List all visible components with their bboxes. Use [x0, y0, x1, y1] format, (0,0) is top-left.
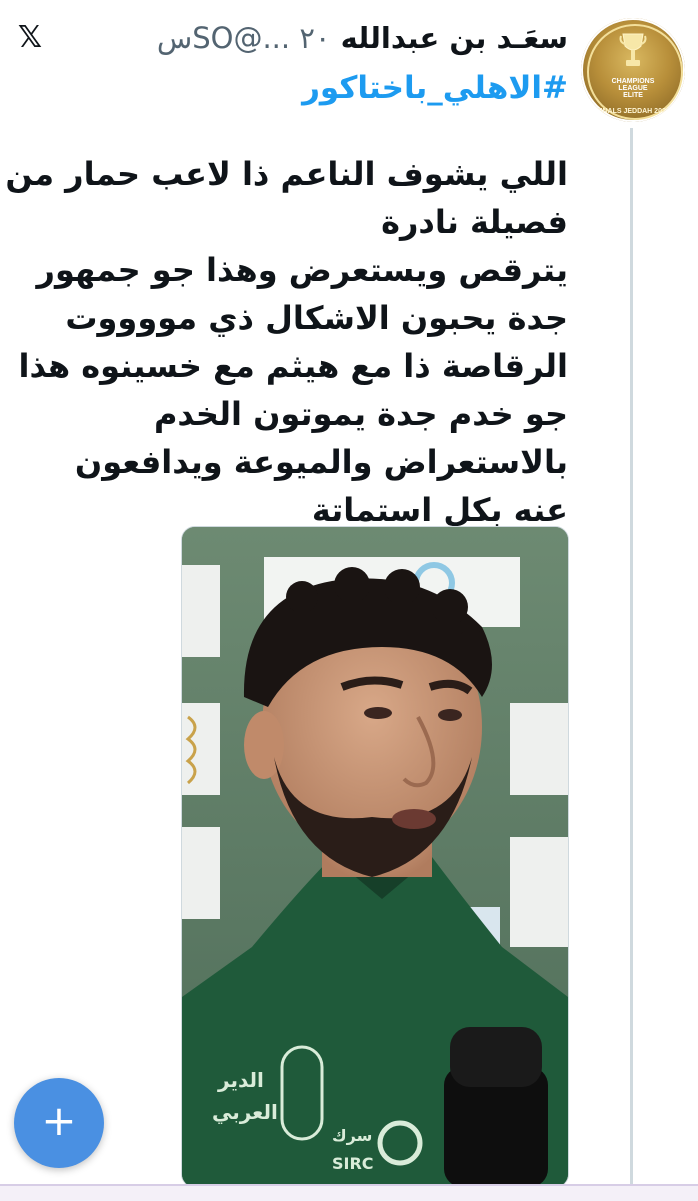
tweet-header: سعَـد بن عبدالله SO@... ۲۰س	[157, 18, 568, 58]
bottom-bar	[0, 1184, 698, 1201]
avatar[interactable]: CHAMPIONS LEAGUE ELITE FINALS JEDDAH 202…	[581, 18, 685, 122]
trophy-icon	[619, 33, 647, 66]
author-name[interactable]: سعَـد بن عبدالله	[341, 21, 568, 55]
tweet-text-line: بالاستعراض والميوعة ويدافعون	[74, 443, 568, 481]
compose-button[interactable]: +	[14, 1078, 104, 1168]
x-logo-icon[interactable]: 𝕏	[14, 22, 46, 54]
thread-line	[630, 128, 633, 1188]
tweet-text: اللي يشوف الناعم ذا لاعب حمار من فصيلة ن…	[5, 150, 568, 534]
shirt-text-2: العربي	[212, 1100, 278, 1125]
tweet-text-line: الرقاصة ذا مع هيثم مع خسينوه هذا	[18, 347, 568, 385]
tweet-media-image[interactable]: سرك الدير العربي سرك SIR	[181, 526, 569, 1188]
shirt-text-1: الدير	[217, 1068, 264, 1092]
shirt-sponsor-ar: سرك	[332, 1126, 372, 1145]
shirt-sponsor-en: SIRC	[332, 1154, 374, 1173]
tweet-text-line: يترقص ويستعرض وهذا جو جمهور	[36, 251, 568, 289]
tweet-text-line: جدة يحبون الاشكال ذي مووووت	[65, 299, 568, 337]
avatar-subtitle: FINALS JEDDAH 2025	[596, 108, 670, 115]
avatar-label: CHAMPIONS LEAGUE ELITE	[611, 78, 655, 99]
tweet-text-line: اللي يشوف الناعم ذا لاعب حمار من	[5, 155, 568, 193]
hashtag-link[interactable]: #الاهلي_باختاكور	[302, 66, 568, 110]
author-handle-time[interactable]: SO@... ۲۰س	[157, 21, 331, 55]
tweet-text-line: جو خدم جدة يموتون الخدم	[153, 395, 568, 433]
player-photo: سرك الدير العربي سرك SIR	[182, 527, 568, 1187]
tweet-text-line: فصيلة نادرة	[381, 203, 568, 241]
